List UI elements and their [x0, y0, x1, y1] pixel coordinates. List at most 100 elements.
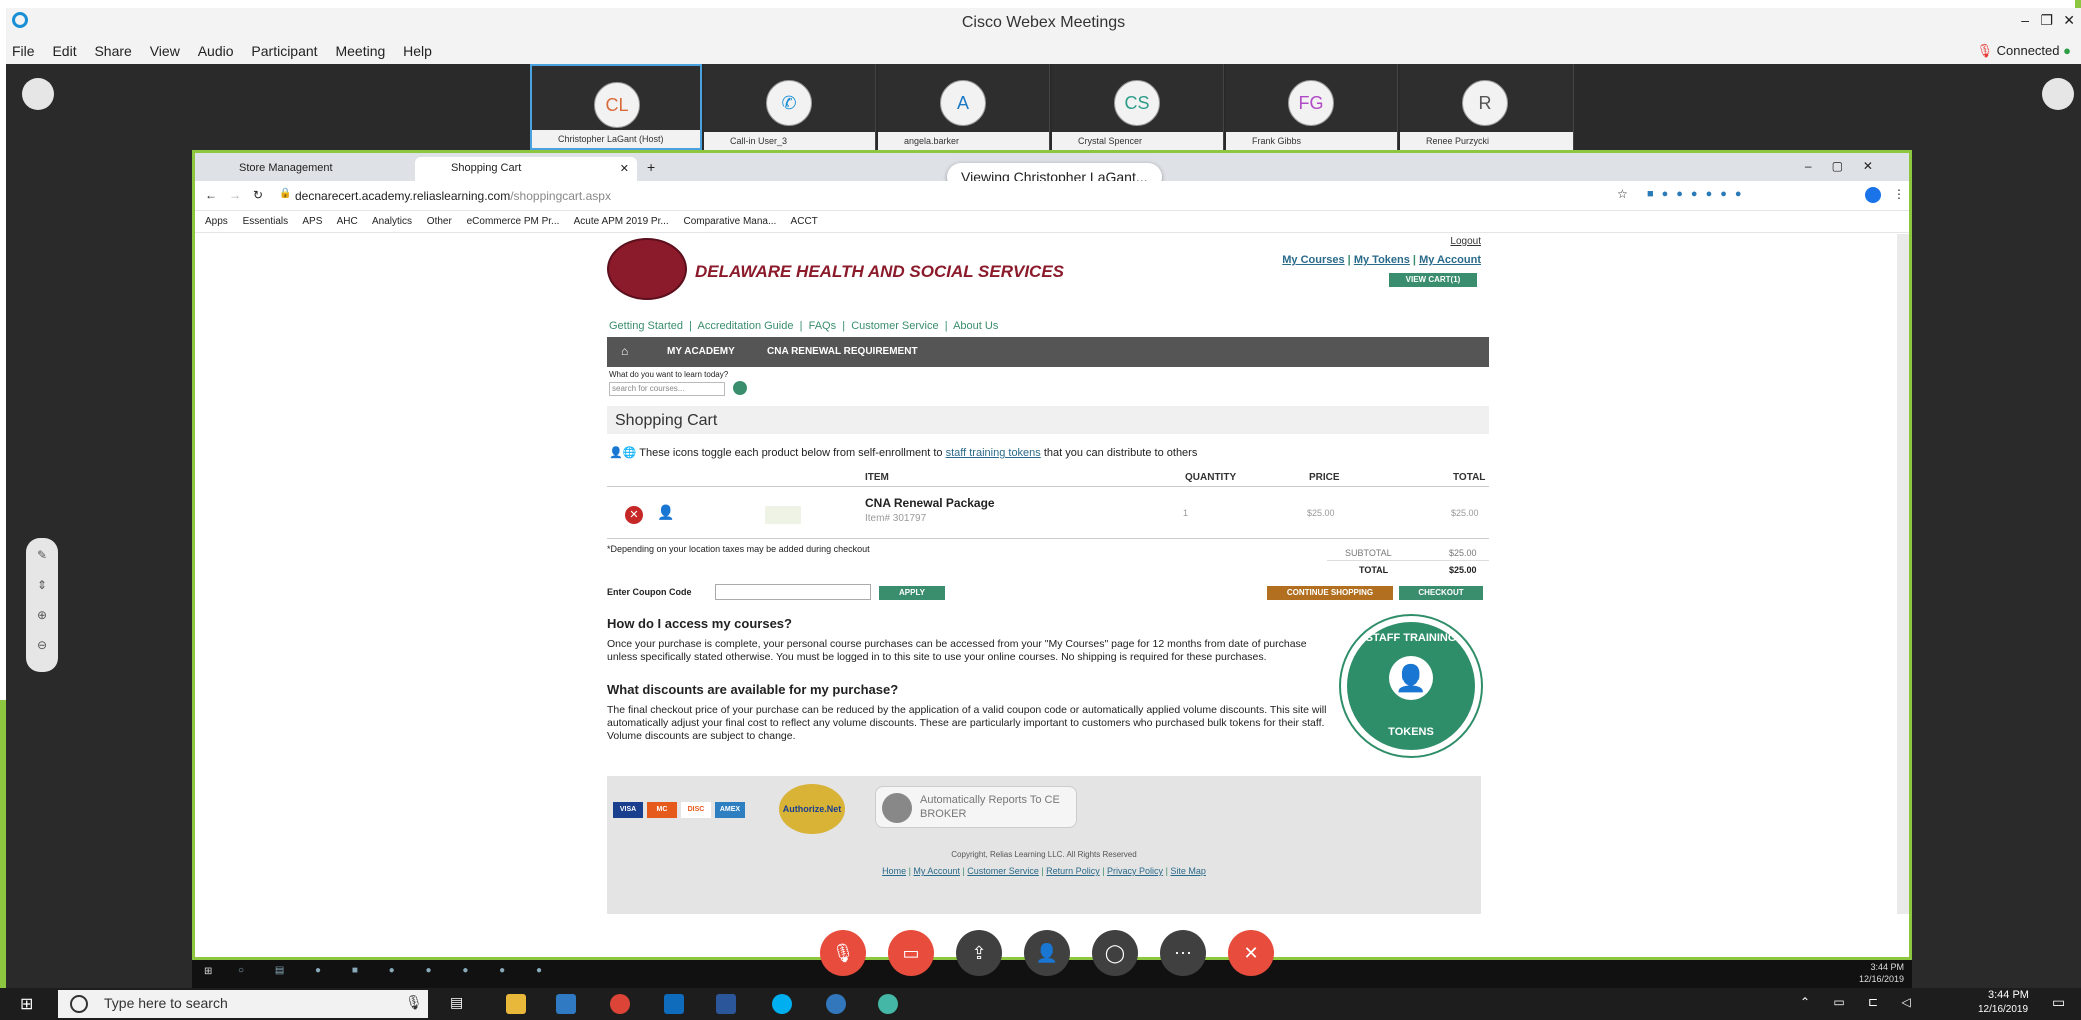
coupon-input[interactable] — [715, 584, 871, 600]
more-icon[interactable]: ⋯ — [1160, 930, 1206, 976]
fit-icon[interactable]: ⇕ — [26, 578, 58, 592]
zoom-out-icon[interactable]: ⊖ — [26, 638, 58, 652]
mute-icon[interactable]: 🎙 — [820, 930, 866, 976]
participant-tile[interactable]: CL Christopher LaGant (Host) — [530, 64, 702, 150]
outlook-icon[interactable] — [664, 994, 684, 1014]
bookmark-item[interactable]: Other — [427, 216, 452, 227]
logout-link[interactable]: Logout — [1450, 236, 1481, 247]
bookmark-item[interactable]: APS — [302, 216, 322, 227]
bookmark-item[interactable]: AHC — [337, 216, 358, 227]
enroll-toggle-icon[interactable]: 👤 — [657, 504, 674, 521]
continue-shopping-button[interactable]: CONTINUE SHOPPING — [1267, 586, 1393, 600]
leave-icon[interactable]: ✕ — [1228, 930, 1274, 976]
star-icon[interactable]: ☆ — [1617, 187, 1628, 201]
menu-edit[interactable]: Edit — [52, 43, 76, 59]
tax-note: *Depending on your location taxes may be… — [607, 544, 870, 554]
stage-view-toggle-icon[interactable] — [22, 78, 54, 110]
menu-participant[interactable]: Participant — [251, 43, 317, 59]
my-academy-tab[interactable]: MY ACADEMY — [667, 346, 735, 357]
about-us-link[interactable]: About Us — [953, 320, 998, 332]
menu-file[interactable]: File — [12, 43, 35, 59]
bookmark-item[interactable]: Essentials — [243, 216, 289, 227]
page-scrollbar[interactable] — [1897, 234, 1909, 914]
footer-return-link[interactable]: Return Policy — [1046, 866, 1100, 876]
footer-service-link[interactable]: Customer Service — [967, 866, 1039, 876]
faqs-link[interactable]: FAQs — [809, 320, 837, 332]
calendar-icon[interactable] — [2042, 78, 2074, 110]
bookmark-item[interactable]: Comparative Mana... — [683, 216, 776, 227]
search-go-icon[interactable] — [733, 381, 747, 395]
getting-started-link[interactable]: Getting Started — [609, 320, 683, 332]
footer-account-link[interactable]: My Account — [913, 866, 960, 876]
edge-icon[interactable] — [826, 994, 846, 1014]
minimize-icon[interactable]: – — [2021, 12, 2029, 28]
tab-close-icon[interactable]: ✕ — [620, 162, 629, 175]
staff-tokens-link[interactable]: staff training tokens — [946, 447, 1041, 459]
taskbar-search-input[interactable]: Type here to search — [58, 990, 428, 1018]
menu-meeting[interactable]: Meeting — [335, 43, 385, 59]
bookmark-item[interactable]: Analytics — [372, 216, 412, 227]
webex-taskbar-icon[interactable] — [878, 994, 898, 1014]
notification-icon[interactable]: ▭ — [2052, 994, 2065, 1011]
window-controls[interactable]: –▢✕ — [1805, 159, 1893, 173]
chat-icon[interactable]: ◯ — [1092, 930, 1138, 976]
checkout-button[interactable]: CHECKOUT — [1399, 586, 1483, 600]
menu-kebab-icon[interactable]: ⋮ — [1893, 187, 1905, 201]
customer-service-link[interactable]: Customer Service — [851, 320, 938, 332]
my-courses-link[interactable]: My Courses — [1282, 254, 1344, 266]
bookmark-item[interactable]: eCommerce PM Pr... — [467, 216, 560, 227]
restore-icon[interactable]: ❐ — [2040, 12, 2053, 29]
menu-view[interactable]: View — [150, 43, 180, 59]
home-icon[interactable]: ⌂ — [621, 344, 628, 358]
annotate-icon[interactable]: ✎ — [26, 548, 58, 562]
accreditation-guide-link[interactable]: Accreditation Guide — [697, 320, 793, 332]
forward-icon[interactable]: → — [229, 188, 241, 202]
bookmark-item[interactable]: ACCT — [791, 216, 818, 227]
video-icon[interactable]: ▭ — [888, 930, 934, 976]
mic-icon[interactable]: 🎙 — [405, 994, 423, 1011]
reload-icon[interactable]: ↻ — [253, 188, 263, 202]
skype-icon[interactable] — [772, 994, 792, 1014]
inner-windows-icon: ⊞ — [204, 966, 213, 977]
my-tokens-link[interactable]: My Tokens — [1354, 254, 1410, 266]
bookmark-item[interactable]: Apps — [205, 216, 228, 227]
participants-icon[interactable]: 👤 — [1024, 930, 1070, 976]
menu-help[interactable]: Help — [403, 43, 432, 59]
back-icon[interactable]: ← — [205, 188, 217, 202]
footer-sitemap-link[interactable]: Site Map — [1170, 866, 1206, 876]
participant-tile[interactable]: A angela.barker — [878, 64, 1050, 150]
extensions-icons[interactable]: ■●●●●●● — [1647, 188, 1750, 200]
cna-renewal-tab[interactable]: CNA RENEWAL REQUIREMENT — [767, 346, 918, 357]
window-title: Cisco Webex Meetings — [961, 14, 1126, 31]
url-field[interactable]: decnarecert.academy.reliaslearning.com/s… — [295, 189, 1395, 203]
view-cart-button[interactable]: VIEW CART(1) — [1389, 273, 1477, 287]
footer-home-link[interactable]: Home — [882, 866, 906, 876]
word-icon[interactable] — [716, 994, 736, 1014]
share-icon[interactable]: ⇪ — [956, 930, 1002, 976]
participant-tile[interactable]: R Renee Purzycki — [1400, 64, 1574, 150]
footer-privacy-link[interactable]: Privacy Policy — [1107, 866, 1163, 876]
menu-share[interactable]: Share — [94, 43, 131, 59]
task-view-icon[interactable]: ▤ — [450, 994, 463, 1011]
chrome-icon[interactable] — [610, 994, 630, 1014]
my-account-link[interactable]: My Account — [1419, 254, 1481, 266]
close-icon[interactable]: ✕ — [2063, 12, 2075, 29]
browser-tab[interactable]: Store Management — [203, 157, 423, 181]
item-number: Item# 301797 — [865, 513, 927, 524]
participant-tile[interactable]: FG Frank Gibbs — [1226, 64, 1398, 150]
course-search-input[interactable]: search for courses... — [609, 382, 725, 396]
apply-coupon-button[interactable]: APPLY — [879, 586, 945, 600]
item-price: $25.00 — [1307, 508, 1335, 518]
new-tab-icon[interactable]: + — [647, 159, 655, 175]
file-explorer-icon[interactable] — [506, 994, 526, 1014]
participant-tile[interactable]: ✆ Call-in User_3 — [704, 64, 876, 150]
browser-tab-active[interactable]: Shopping Cart ✕ — [415, 157, 637, 181]
bookmark-item[interactable]: Acute APM 2019 Pr... — [574, 216, 669, 227]
profile-icon[interactable] — [1865, 187, 1881, 203]
zoom-in-icon[interactable]: ⊕ — [26, 608, 58, 622]
menu-audio[interactable]: Audio — [198, 43, 234, 59]
participant-tile[interactable]: CS Crystal Spencer — [1052, 64, 1224, 150]
start-icon[interactable]: ⊞ — [20, 994, 33, 1014]
mail-icon[interactable] — [556, 994, 576, 1014]
remove-item-icon[interactable]: ✕ — [625, 506, 643, 524]
